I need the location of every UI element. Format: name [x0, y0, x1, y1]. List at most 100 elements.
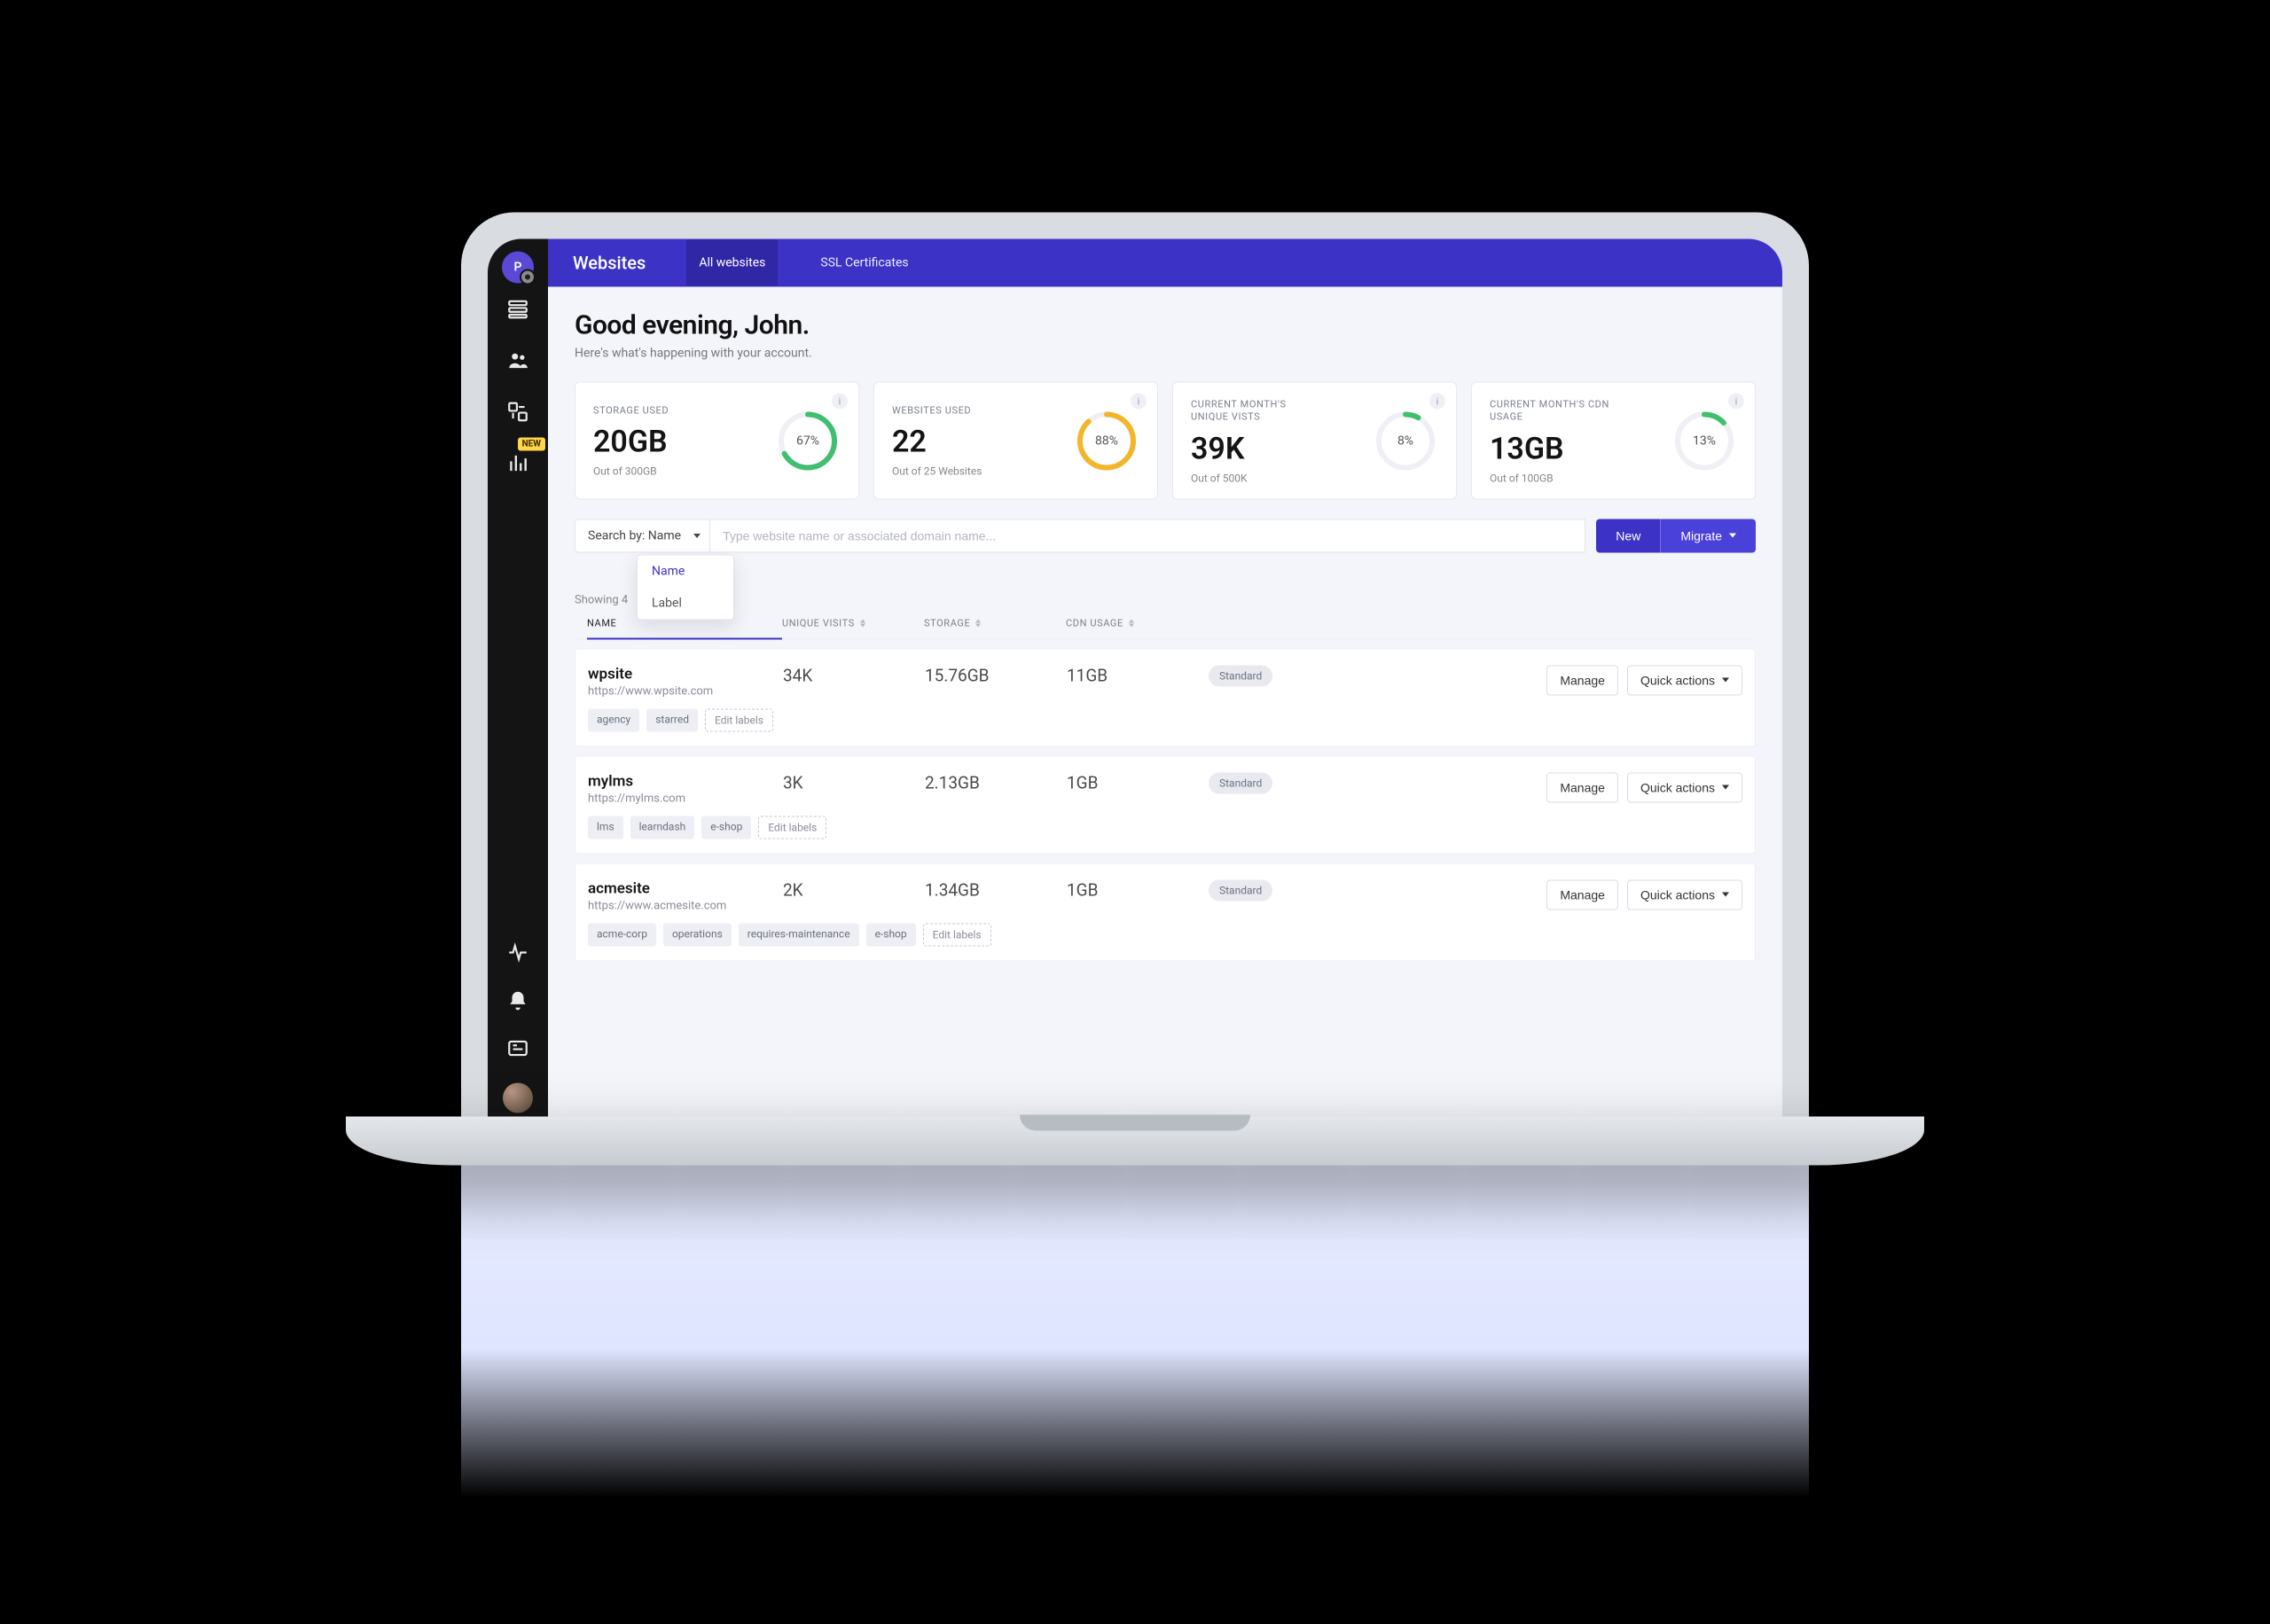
brand-avatar[interactable]: P [502, 252, 534, 284]
screen: P NEW [488, 239, 1782, 1126]
info-icon[interactable]: i [1131, 394, 1147, 410]
quick-actions-button[interactable]: Quick actions [1627, 879, 1742, 910]
search-input[interactable] [710, 519, 1585, 552]
page-title: Websites [573, 253, 646, 274]
site-name: wpsite [588, 665, 783, 683]
nav-notifications-icon[interactable] [505, 988, 531, 1014]
edit-labels-button[interactable]: Edit labels [705, 708, 773, 731]
stat-card: i CURRENT MONTH'S UNIQUE VISTS 39K Out o… [1172, 382, 1457, 500]
stat-value: 22 [892, 425, 1061, 460]
stat-donut: 67% [775, 409, 841, 474]
chevron-down-icon [1722, 678, 1729, 683]
table-row: acmesite https://www.acmesite.com 2K 1.3… [575, 863, 1756, 961]
nav-help-icon[interactable] [505, 1035, 531, 1062]
col-visits[interactable]: UNIQUE VISITS [782, 617, 924, 629]
migrate-button[interactable]: Migrate [1660, 519, 1756, 552]
manage-button[interactable]: Manage [1546, 772, 1618, 802]
tab-all-websites[interactable]: All websites [686, 240, 778, 286]
cell-visits: 3K [783, 772, 925, 792]
stat-sub: Out of 25 Websites [892, 465, 1061, 478]
label-chip[interactable]: lms [588, 816, 623, 839]
stat-card: i STORAGE USED 20GB Out of 300GB 67% [575, 382, 859, 500]
chevron-down-icon [693, 534, 701, 538]
label-chip[interactable]: learndash [630, 816, 695, 839]
dropdown-option-name[interactable]: Name [638, 555, 733, 587]
plan-badge: Standard [1209, 665, 1272, 686]
edit-labels-button[interactable]: Edit labels [923, 923, 991, 946]
col-cdn[interactable]: CDN USAGE [1066, 617, 1208, 629]
info-icon[interactable]: i [1429, 394, 1445, 410]
site-name: acmesite [588, 879, 783, 897]
nav-analytics-icon[interactable]: NEW [505, 450, 531, 477]
stat-sub: Out of 500K [1191, 472, 1360, 484]
manage-button[interactable]: Manage [1546, 665, 1618, 695]
cell-visits: 2K [783, 879, 925, 900]
nav-transfer-icon[interactable] [505, 399, 531, 426]
label-chip[interactable]: requires-maintenance [739, 923, 859, 946]
nav-activity-icon[interactable] [505, 940, 531, 966]
laptop-notch [1020, 1115, 1250, 1131]
cell-storage: 15.76GB [925, 665, 1067, 685]
badge-new: NEW [518, 438, 545, 451]
cell-storage: 1.34GB [925, 879, 1067, 900]
dropdown-option-label[interactable]: Label [638, 587, 733, 619]
new-button[interactable]: New [1596, 519, 1660, 552]
search-by-dropdown: Name Label [637, 554, 734, 620]
stat-sub: Out of 100GB [1490, 472, 1659, 484]
chevron-down-icon [1722, 893, 1729, 897]
stat-donut: 13% [1671, 409, 1737, 474]
quick-actions-button[interactable]: Quick actions [1627, 772, 1742, 802]
cell-cdn: 1GB [1067, 772, 1209, 792]
nav-users-icon[interactable] [505, 347, 531, 374]
stats-row: i STORAGE USED 20GB Out of 300GB 67% i W… [575, 382, 1756, 500]
stat-donut: 88% [1074, 409, 1139, 474]
chevron-down-icon [1722, 785, 1729, 790]
stat-pct: 13% [1671, 409, 1737, 474]
table-row: wpsite https://www.wpsite.com 34K 15.76G… [575, 648, 1756, 746]
label-chip[interactable]: starred [646, 708, 698, 731]
sort-icon [860, 620, 865, 628]
label-chip[interactable]: acme-corp [588, 923, 656, 946]
table-row: mylms https://mylms.com 3K 2.13GB 1GB St… [575, 755, 1756, 854]
label-chip[interactable]: operations [663, 923, 732, 946]
search-by-selector[interactable]: Search by: Name [575, 519, 710, 552]
site-url: https://mylms.com [588, 792, 783, 805]
label-chip[interactable]: e-shop [866, 923, 916, 946]
sidebar: P NEW [488, 239, 548, 1126]
stat-value: 13GB [1490, 431, 1659, 466]
site-name: mylms [588, 772, 783, 790]
edit-labels-button[interactable]: Edit labels [758, 816, 826, 839]
nav-websites-icon[interactable] [505, 296, 531, 323]
user-avatar[interactable] [503, 1083, 533, 1113]
cell-storage: 2.13GB [925, 772, 1067, 792]
sort-icon [1129, 620, 1134, 628]
stat-donut: 8% [1373, 409, 1438, 474]
info-icon[interactable]: i [1728, 394, 1744, 410]
site-url: https://www.wpsite.com [588, 684, 783, 698]
stat-card: i WEBSITES USED 22 Out of 25 Websites 88… [873, 382, 1158, 500]
controls-row: Search by: Name New Migrate [575, 519, 1756, 552]
label-chip[interactable]: e-shop [701, 816, 751, 839]
quick-actions-button[interactable]: Quick actions [1627, 665, 1742, 695]
col-name[interactable]: NAME [587, 617, 782, 639]
tab-ssl-certificates[interactable]: SSL Certificates [808, 240, 920, 286]
info-icon[interactable]: i [832, 394, 848, 410]
sort-icon [975, 620, 981, 628]
new-button-label: New [1616, 528, 1640, 543]
stat-sub: Out of 300GB [593, 465, 763, 478]
stat-label: WEBSITES USED [892, 405, 1016, 418]
laptop-bezel: P NEW [461, 213, 1809, 1126]
col-storage[interactable]: STORAGE [924, 617, 1066, 629]
plan-badge: Standard [1209, 879, 1272, 901]
stat-label: CURRENT MONTH'S UNIQUE VISTS [1191, 399, 1315, 425]
cell-cdn: 1GB [1067, 879, 1209, 900]
plan-badge: Standard [1209, 772, 1272, 793]
stat-label: CURRENT MONTH'S CDN USAGE [1490, 399, 1614, 425]
stat-pct: 88% [1074, 409, 1139, 474]
manage-button[interactable]: Manage [1546, 879, 1618, 910]
results-count: Showing 4 [575, 593, 1756, 606]
label-chip[interactable]: agency [588, 708, 639, 731]
greeting-sub: Here's what's happening with your accoun… [575, 347, 1756, 361]
stat-pct: 67% [775, 409, 841, 474]
stat-label: STORAGE USED [593, 405, 717, 418]
